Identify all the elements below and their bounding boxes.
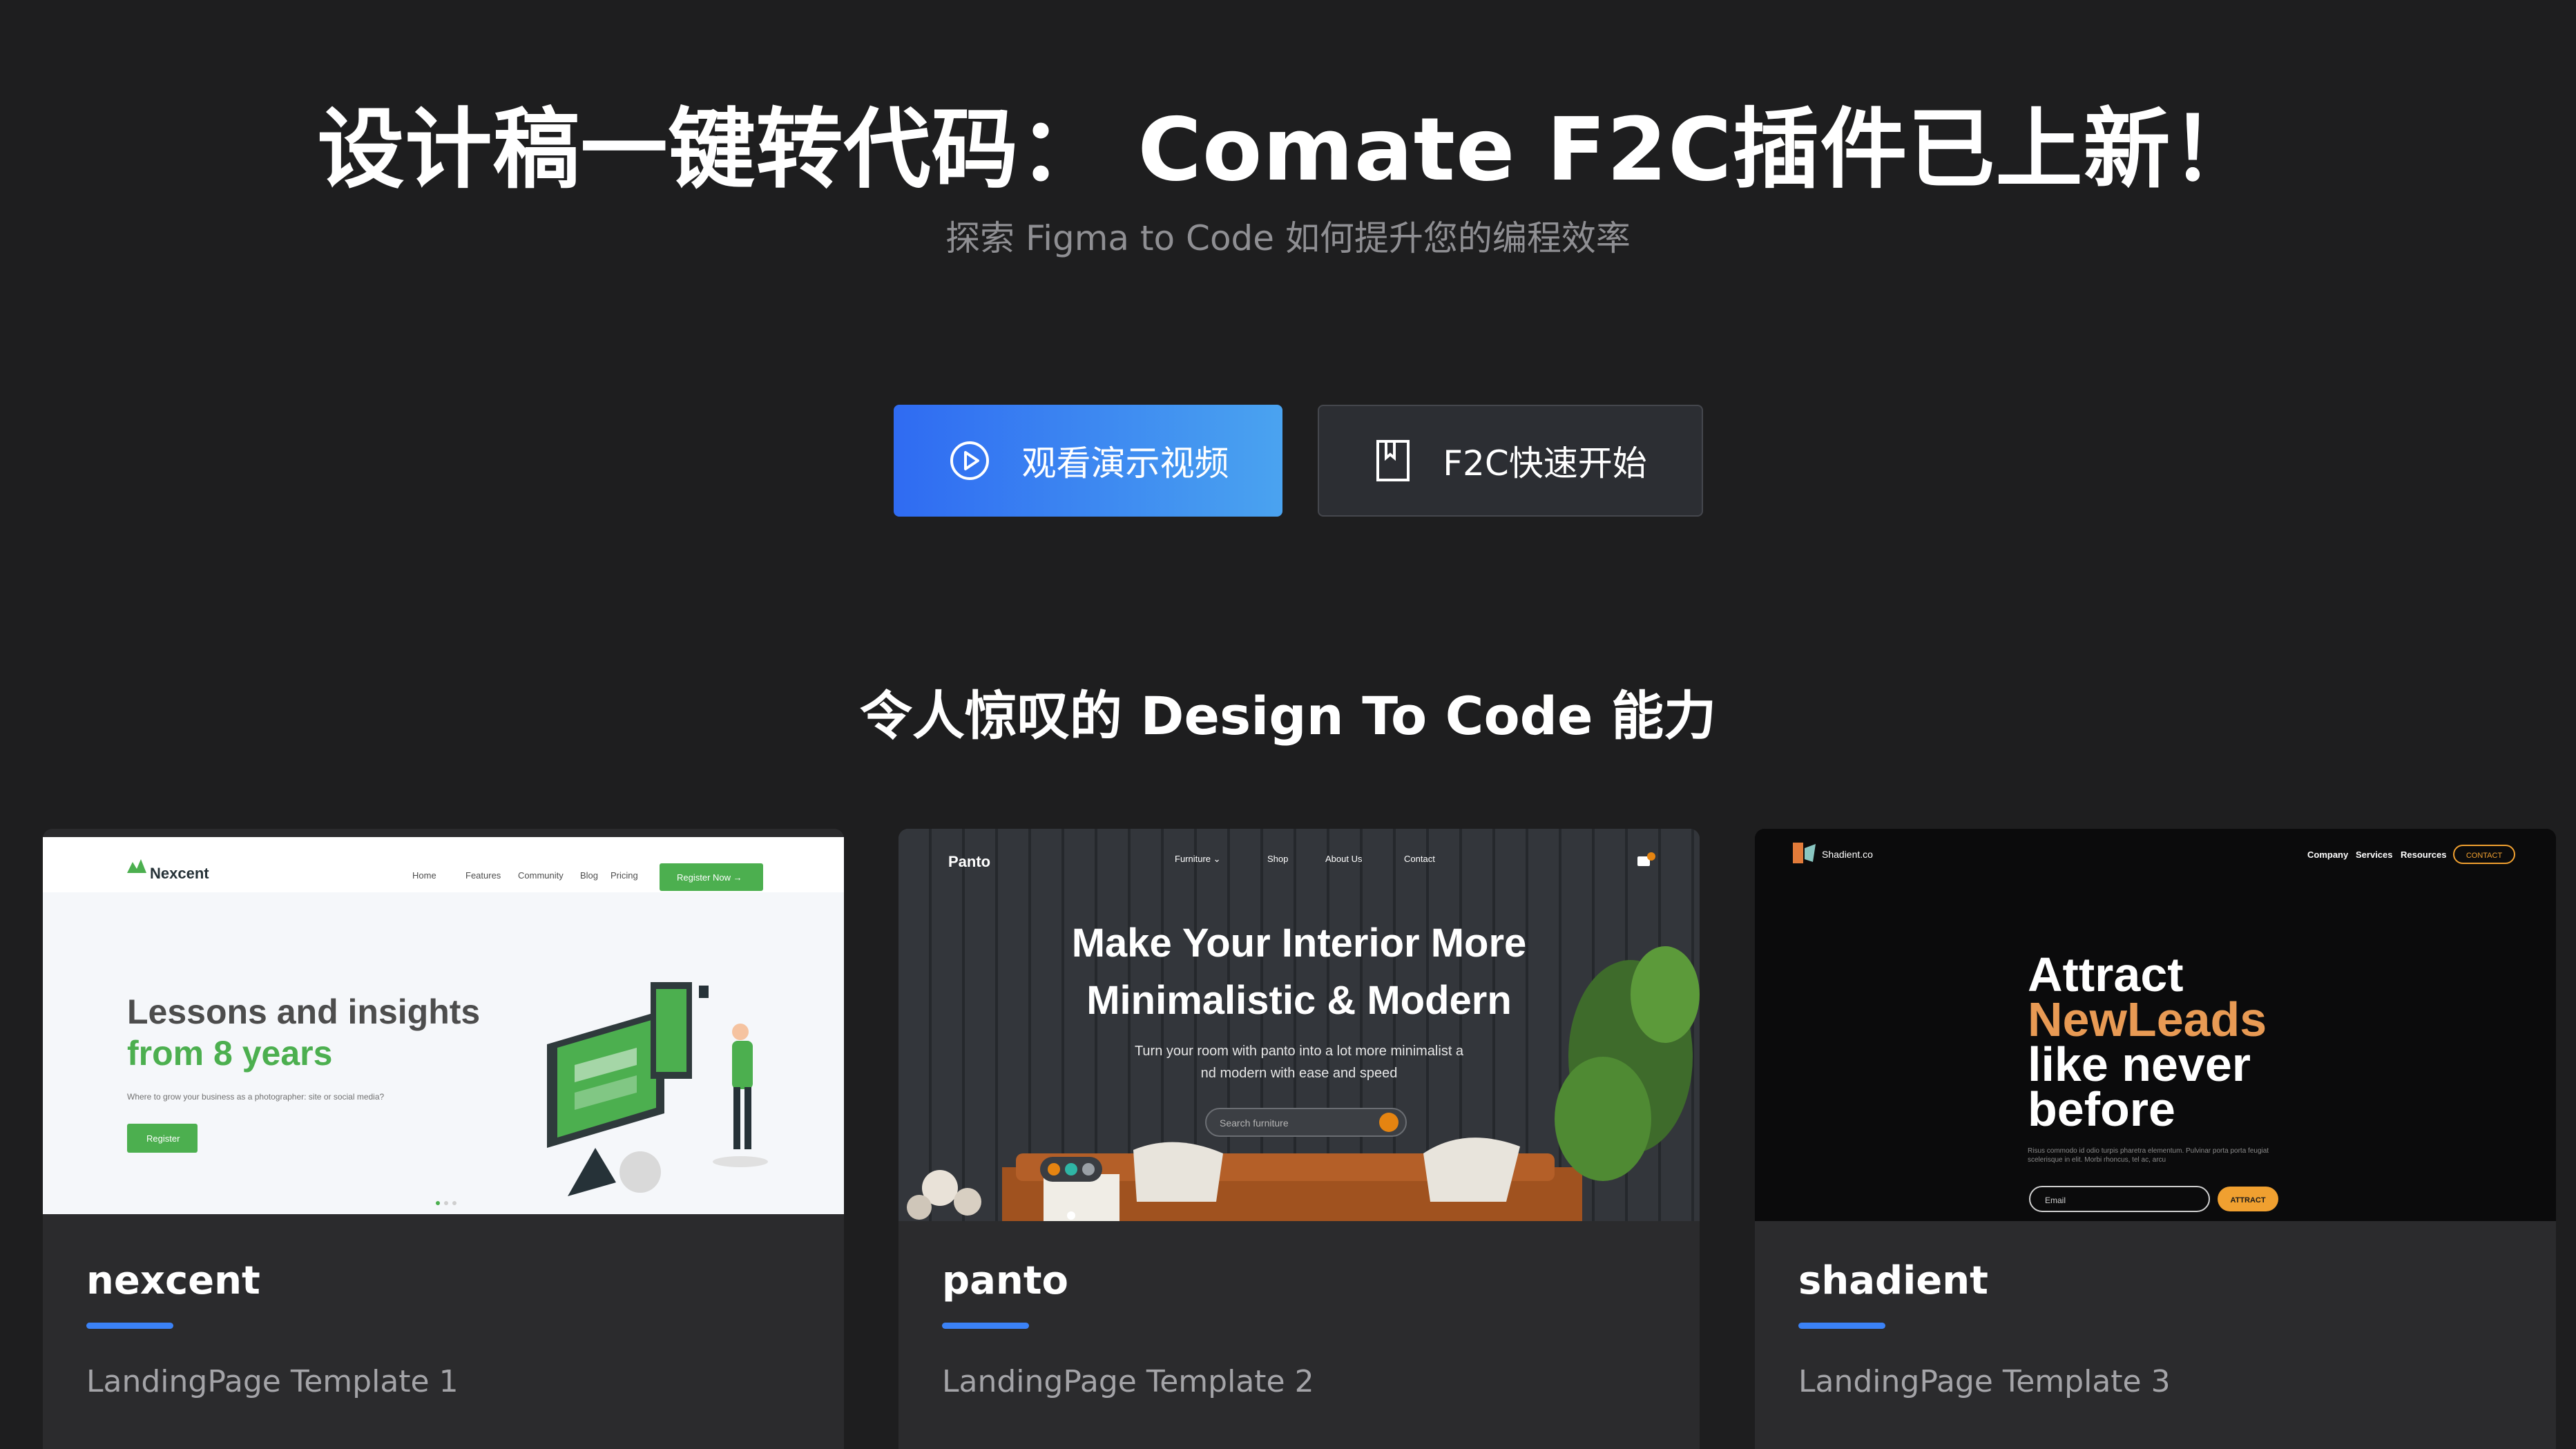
card-description: LandingPage Template 2: [942, 1364, 1314, 1399]
shadient-contact-label: CONTACT: [2466, 852, 2503, 860]
shadient-logo-icon: [1793, 843, 1803, 863]
section-title: 令人惊叹的 Design To Code 能力: [859, 685, 1717, 747]
card-title: nexcent: [86, 1258, 260, 1303]
card-title: shadient: [1798, 1258, 1988, 1303]
panto-search-icon: [1379, 1113, 1398, 1132]
panto-nav-shop: Shop: [1267, 854, 1288, 864]
card-description: LandingPage Template 1: [86, 1364, 459, 1399]
watch-demo-button[interactable]: 观看演示视频: [894, 405, 1282, 517]
card-title: panto: [942, 1258, 1068, 1303]
card-title-underline: [942, 1323, 1029, 1329]
nexcent-headline-2: from 8 years: [127, 1034, 332, 1073]
shadient-email-placeholder: Email: [2045, 1196, 2066, 1205]
shadient-preview-graphic: Shadient.co Company Services Resources C…: [1755, 829, 2556, 1221]
nexcent-register-now-label: Register Now →: [677, 872, 742, 883]
panto-nav-about: About Us: [1325, 854, 1363, 864]
bookmark-icon: [1374, 439, 1412, 483]
shadient-nav-resources: Resources: [2401, 850, 2446, 860]
nexcent-nav-community: Community: [518, 870, 564, 881]
panto-preview-graphic: Panto Furniture ⌄ Shop About Us Contact …: [898, 829, 1700, 1221]
template-card-nexcent[interactable]: Nexcent Home Features Community Blog Pri…: [43, 829, 844, 1449]
template-card-shadient[interactable]: Shadient.co Company Services Resources C…: [1755, 829, 2556, 1449]
page-subtitle: 探索 Figma to Code 如何提升您的编程效率: [945, 218, 1631, 258]
shadient-logo: Shadient.co: [1822, 849, 1873, 860]
panto-headline-2: Minimalistic & Modern: [1086, 978, 1512, 1023]
shadient-nav-company: Company: [2307, 850, 2349, 860]
shadient-nav-services: Services: [2356, 850, 2393, 860]
nexcent-nav-pricing: Pricing: [611, 870, 638, 881]
card-title-underline: [86, 1323, 173, 1329]
quick-start-label: F2C快速开始: [1443, 443, 1647, 483]
nexcent-headline-1: Lessons and insights: [127, 992, 480, 1031]
card-description: LandingPage Template 3: [1798, 1364, 2171, 1399]
panto-headline-1: Make Your Interior More: [1072, 921, 1527, 966]
page-title: 设计稿一键转代码： Comate F2C插件已上新！: [317, 99, 2259, 200]
panto-sub-1: Turn your room with panto into a lot mor…: [1135, 1044, 1464, 1059]
nexcent-preview-graphic: Nexcent Home Features Community Blog Pri…: [43, 837, 844, 1214]
nexcent-register-label: Register: [146, 1133, 180, 1144]
watch-demo-label: 观看演示视频: [1021, 443, 1229, 483]
template-card-panto[interactable]: Panto Furniture ⌄ Shop About Us Contact …: [898, 829, 1700, 1449]
shadient-preview[interactable]: Shadient.co Company Services Resources C…: [1755, 829, 2556, 1221]
nexcent-logo: Nexcent: [150, 865, 209, 882]
card-title-underline: [1798, 1323, 1885, 1329]
nexcent-nav-home: Home: [412, 870, 436, 881]
panto-nav-contact: Contact: [1404, 854, 1435, 864]
panto-sub-2: nd modern with ease and speed: [1201, 1066, 1398, 1081]
panto-nav-furniture: Furniture ⌄: [1175, 854, 1221, 864]
play-circle-icon: [948, 439, 992, 483]
panto-search-placeholder: Search furniture: [1220, 1117, 1289, 1129]
nexcent-subtext: Where to grow your business as a photogr…: [127, 1092, 385, 1102]
nexcent-nav-blog: Blog: [580, 870, 598, 881]
nexcent-nav-features: Features: [465, 870, 501, 881]
shadient-subtext: Risus commodo id odio turpis pharetra el…: [2028, 1147, 2269, 1164]
quick-start-button[interactable]: F2C快速开始: [1318, 405, 1703, 517]
nexcent-preview[interactable]: Nexcent Home Features Community Blog Pri…: [43, 837, 844, 1214]
shadient-line-4: before: [2028, 1082, 2175, 1136]
shadient-attract-label: ATTRACT: [2230, 1196, 2265, 1205]
panto-logo: Panto: [948, 853, 990, 870]
panto-preview[interactable]: Panto Furniture ⌄ Shop About Us Contact …: [898, 829, 1700, 1221]
